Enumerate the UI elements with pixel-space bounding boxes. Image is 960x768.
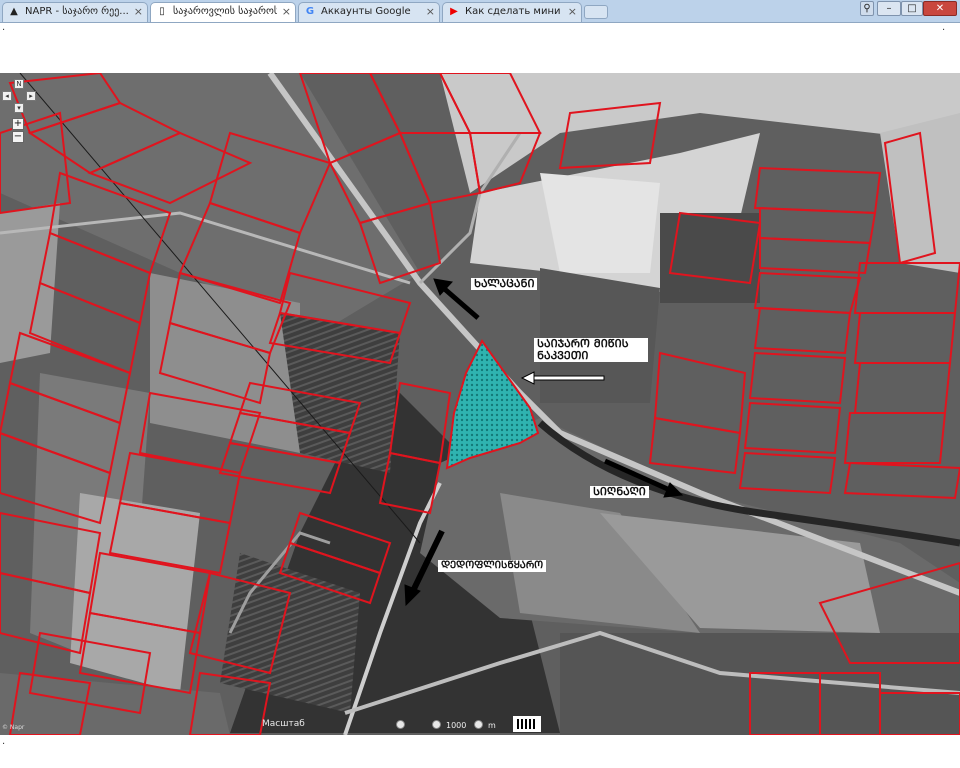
close-icon[interactable]: × — [426, 3, 435, 21]
map-pan-control: N ◂ ▸ ▾ — [2, 79, 36, 113]
aerial-imagery — [0, 73, 960, 735]
label-north-direction: ᲮᲐᲚᲐᲪᲐᲜᲘ — [471, 278, 538, 290]
scale-value: 1000 — [446, 721, 467, 730]
pan-east-icon[interactable]: ▸ — [26, 91, 36, 101]
napr-logo-icon[interactable] — [512, 715, 542, 733]
tab-google[interactable]: G Аккаунты Google × — [298, 2, 440, 22]
copyright-text: © Napr — [2, 724, 25, 731]
browser-tab-strip: ▲ NAPR - საჯარო რეე... × ▯ საჯაროვლის სა… — [0, 0, 960, 23]
tab-title: საჯაროვლის საჯაროს — [173, 6, 277, 17]
google-icon: G — [305, 6, 315, 17]
tab-napr[interactable]: ▲ NAPR - საჯარო რეე... × — [2, 2, 148, 22]
zoom-out-button[interactable]: − — [12, 131, 24, 143]
tab-title: Как сделать мини буров... — [465, 6, 563, 17]
scale-label: Масштаб — [262, 719, 305, 729]
cadastral-map[interactable]: N ◂ ▸ ▾ + − ᲮᲐᲚᲐᲪᲐᲜᲘ ᲡᲐᲘᲯᲐᲠᲝ ᲛᲘᲬᲘᲡ ᲜᲐᲙᲕᲔ… — [0, 73, 960, 735]
scale-marker — [396, 720, 405, 729]
label-east-direction: ᲡᲘᲦᲜᲐᲦᲘ — [590, 486, 649, 498]
zoom-in-button[interactable]: + — [12, 118, 24, 130]
close-icon[interactable]: × — [282, 3, 291, 21]
label-plot: ᲡᲐᲘᲯᲐᲠᲝ ᲛᲘᲬᲘᲡ ᲜᲐᲙᲕᲔᲗᲘ — [534, 338, 648, 362]
napr-favicon-icon: ▲ — [10, 6, 18, 17]
close-icon[interactable]: × — [134, 3, 143, 21]
user-icon[interactable]: ⚲ — [860, 1, 874, 16]
page-marker-bottom: . — [2, 736, 6, 747]
pan-west-icon[interactable]: ◂ — [2, 91, 12, 101]
scale-unit: m — [488, 721, 496, 730]
pan-north-button[interactable]: N — [14, 79, 24, 89]
youtube-icon: ▶ — [450, 6, 458, 17]
close-window-button[interactable]: ✕ — [923, 1, 957, 16]
tab-youtube[interactable]: ▶ Как сделать мини буров... × — [442, 2, 582, 22]
maximize-button[interactable]: □ — [901, 1, 923, 16]
minimize-button[interactable]: – — [877, 1, 901, 16]
tab-current[interactable]: ▯ საჯაროვლის საჯაროს × — [150, 2, 296, 22]
new-tab-button[interactable] — [584, 5, 608, 19]
tab-title: NAPR - საჯარო რეე... — [25, 6, 129, 17]
label-south-direction: ᲓᲔᲓᲝᲤᲚᲘᲡᲬᲧᲐᲠᲝ — [438, 560, 547, 572]
page-marker-top-left: . — [2, 22, 6, 33]
tab-title: Аккаунты Google — [321, 6, 411, 17]
close-icon[interactable]: × — [568, 3, 577, 21]
document-icon: ▯ — [159, 6, 165, 17]
page-marker-top-right: . — [942, 22, 946, 33]
pan-south-icon[interactable]: ▾ — [14, 103, 24, 113]
scale-marker — [432, 720, 441, 729]
scale-marker — [474, 720, 483, 729]
